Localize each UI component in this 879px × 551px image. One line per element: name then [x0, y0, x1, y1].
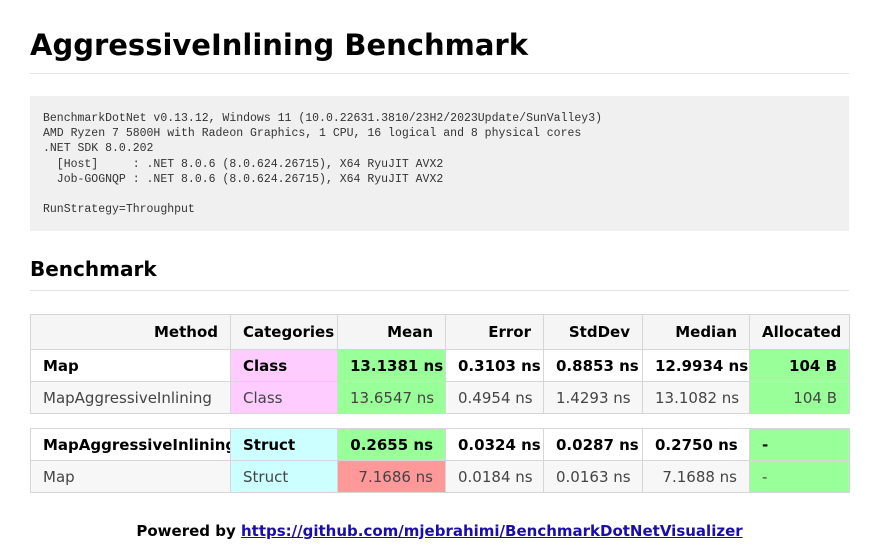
- environment-line: RunStrategy=Throughput: [43, 203, 195, 217]
- cell-allocated: -: [749, 460, 850, 493]
- header-method: Method: [30, 314, 231, 350]
- cell-error: 0.0184 ns: [445, 460, 544, 493]
- cell-category: Struct: [230, 460, 338, 493]
- table-row: MapAggressiveInlining Struct 0.2655 ns 0.03…: [30, 428, 850, 461]
- environment-line: Job-GOGNQP : .NET 8.0.6 (8.0.624.26715),…: [43, 172, 444, 186]
- cell-median: 0.2750 ns: [642, 428, 750, 461]
- header-allocated: Allocated: [749, 314, 850, 350]
- table-row: MapAggressiveInlining Class 13.6547 ns 0.49…: [30, 381, 850, 414]
- cell-category: Class: [230, 349, 338, 382]
- cell-median: 13.1082 ns: [642, 381, 750, 414]
- cell-stddev: 0.0163 ns: [543, 460, 643, 493]
- footer-link[interactable]: https://github.com/mjebrahimi/BenchmarkD…: [241, 522, 743, 540]
- cell-mean: 7.1686 ns: [337, 460, 446, 493]
- section-title: Benchmark: [30, 254, 849, 291]
- table-row: Map Class 13.1381 ns 0.3103 ns 0.8853 ns 12.9…: [30, 349, 850, 382]
- header-categories: Categories: [230, 314, 338, 350]
- group-separator: [31, 414, 850, 429]
- header-median: Median: [642, 314, 750, 350]
- cell-method: MapAggressiveInlining: [30, 381, 231, 414]
- environment-info: BenchmarkDotNet v0.13.12, Windows 11 (10…: [30, 96, 849, 231]
- cell-category: Class: [230, 381, 338, 414]
- cell-median: 7.1688 ns: [642, 460, 750, 493]
- cell-allocated: 104 B: [749, 381, 850, 414]
- header-stddev: StdDev: [543, 314, 643, 350]
- cell-method: MapAggressiveInlining: [30, 428, 231, 461]
- environment-line: .NET SDK 8.0.202: [43, 142, 154, 156]
- cell-error: 0.3103 ns: [445, 349, 544, 382]
- environment-line: BenchmarkDotNet v0.13.12, Windows 11 (10…: [43, 112, 602, 125]
- cell-error: 0.4954 ns: [445, 381, 544, 414]
- cell-method: Map: [30, 460, 231, 493]
- table-header-row: Method Categories Mean Error StdDev Medi…: [30, 314, 850, 350]
- cell-allocated: 104 B: [749, 349, 850, 382]
- environment-line: AMD Ryzen 7 5800H with Radeon Graphics, …: [43, 127, 582, 141]
- cell-allocated: -: [749, 428, 850, 461]
- table-body: Map Class 13.1381 ns 0.3103 ns 0.8853 ns 12.9…: [30, 349, 850, 493]
- cell-mean: 13.1381 ns: [337, 349, 446, 382]
- cell-error: 0.0324 ns: [445, 428, 544, 461]
- cell-stddev: 1.4293 ns: [543, 381, 643, 414]
- page-title: AggressiveInlining Benchmark: [30, 25, 849, 74]
- header-error: Error: [445, 314, 544, 350]
- cell-category: Struct: [230, 428, 338, 461]
- benchmark-report: AggressiveInlining Benchmark BenchmarkDo…: [0, 0, 879, 551]
- cell-stddev: 0.8853 ns: [543, 349, 643, 382]
- cell-stddev: 0.0287 ns: [543, 428, 643, 461]
- cell-mean: 0.2655 ns: [337, 428, 446, 461]
- cell-median: 12.9934 ns: [642, 349, 750, 382]
- group-separator-cell: [31, 414, 850, 429]
- footer-prefix: Powered by: [136, 522, 241, 540]
- environment-line: [Host] : .NET 8.0.6 (8.0.624.26715), X64…: [43, 157, 444, 171]
- header-mean: Mean: [337, 314, 446, 350]
- table-row: Map Struct 7.1686 ns 0.0184 ns 0.0163 ns 7.16…: [30, 460, 850, 493]
- cell-method: Map: [30, 349, 231, 382]
- results-table: Method Categories Mean Error StdDev Medi…: [30, 314, 850, 493]
- footer: Powered by https://github.com/mjebrahimi…: [0, 521, 879, 541]
- cell-mean: 13.6547 ns: [337, 381, 446, 414]
